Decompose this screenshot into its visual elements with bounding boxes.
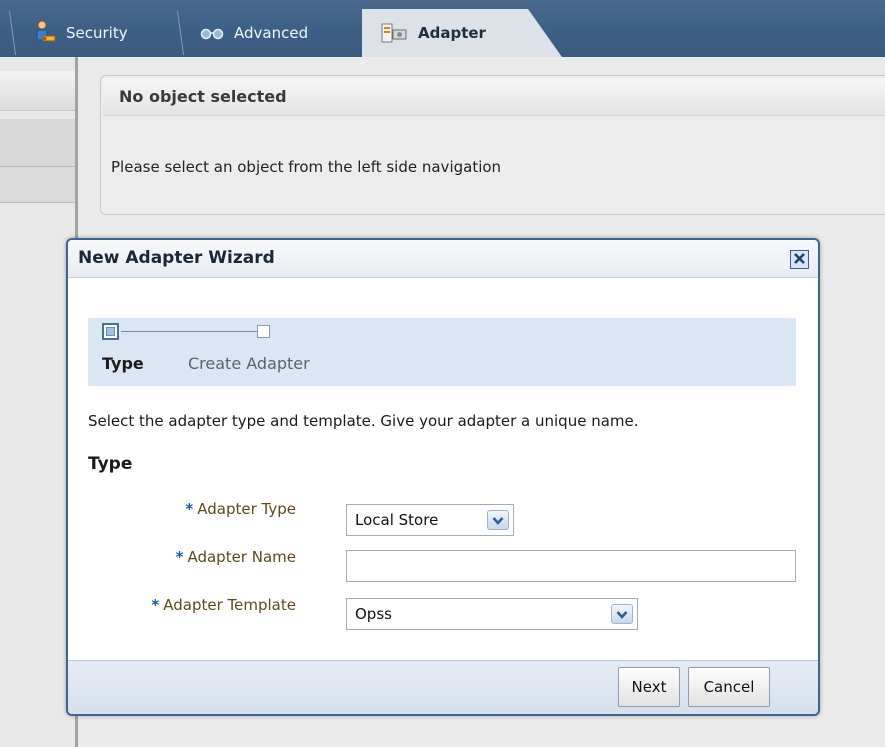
adapter-template-label: * Adapter Template [68, 596, 296, 614]
adapter-template-value: Opss [355, 605, 392, 623]
adapter-name-label: * Adapter Name [68, 548, 296, 566]
train-stop-label-create-adapter: Create Adapter [188, 354, 310, 373]
cancel-button[interactable]: Cancel [688, 667, 770, 707]
chevron-down-icon [616, 605, 628, 623]
train-stop-label-type: Type [102, 354, 144, 373]
dialog-titlebar[interactable]: New Adapter Wizard [68, 240, 818, 278]
left-nav-header [0, 71, 75, 111]
tab-security-label: Security [66, 24, 128, 42]
train-stop-type[interactable] [102, 323, 119, 340]
adapter-icon [380, 21, 408, 45]
adapter-type-select[interactable]: Local Store [346, 504, 514, 536]
tab-security[interactable]: Security [8, 9, 182, 57]
tab-adapter-label: Adapter [418, 24, 486, 42]
security-user-icon [34, 20, 56, 46]
adapter-type-label: * Adapter Type [68, 500, 296, 518]
required-marker: * [185, 500, 194, 518]
section-heading: Type [88, 454, 133, 474]
train-connector [121, 331, 257, 332]
adapter-template-select[interactable]: Opss [346, 598, 638, 630]
dropdown-button[interactable] [611, 604, 633, 624]
tab-advanced[interactable]: Advanced [176, 9, 355, 57]
panel-message: Please select an object from the left si… [111, 158, 502, 176]
required-marker: * [175, 548, 184, 566]
chevron-down-icon [492, 511, 504, 529]
tab-separator [8, 11, 28, 55]
wizard-train: Type Create Adapter [88, 318, 796, 386]
close-icon [793, 251, 806, 269]
adapter-type-label-text: Adapter Type [197, 500, 296, 518]
left-nav-section[interactable] [0, 167, 75, 203]
adapter-name-input[interactable] [346, 550, 796, 582]
adapter-name-label-text: Adapter Name [187, 548, 296, 566]
dialog-footer: Next Cancel [68, 660, 818, 714]
next-button[interactable]: Next [618, 667, 680, 707]
adapter-type-value: Local Store [355, 511, 439, 529]
train-stop-create-adapter[interactable] [257, 325, 270, 338]
adapter-template-label-text: Adapter Template [163, 596, 296, 614]
dialog-title: New Adapter Wizard [78, 248, 275, 268]
content-panel: No object selected Please select an obje… [100, 75, 885, 215]
tab-bar: Security Advanced Adapter [0, 0, 885, 57]
left-nav-section[interactable] [0, 119, 75, 167]
panel-header: No object selected [103, 78, 885, 116]
close-button[interactable] [790, 250, 809, 269]
glasses-icon [200, 26, 224, 40]
tab-adapter[interactable]: Adapter [362, 9, 562, 57]
current-stop-marker [106, 327, 115, 336]
wizard-instructions: Select the adapter type and template. Gi… [88, 412, 639, 430]
new-adapter-wizard-dialog: New Adapter Wizard Type Create Adapter S… [66, 238, 820, 716]
required-marker: * [151, 596, 160, 614]
dropdown-button[interactable] [487, 510, 509, 530]
tab-advanced-label: Advanced [234, 24, 309, 42]
tab-separator [176, 11, 196, 55]
